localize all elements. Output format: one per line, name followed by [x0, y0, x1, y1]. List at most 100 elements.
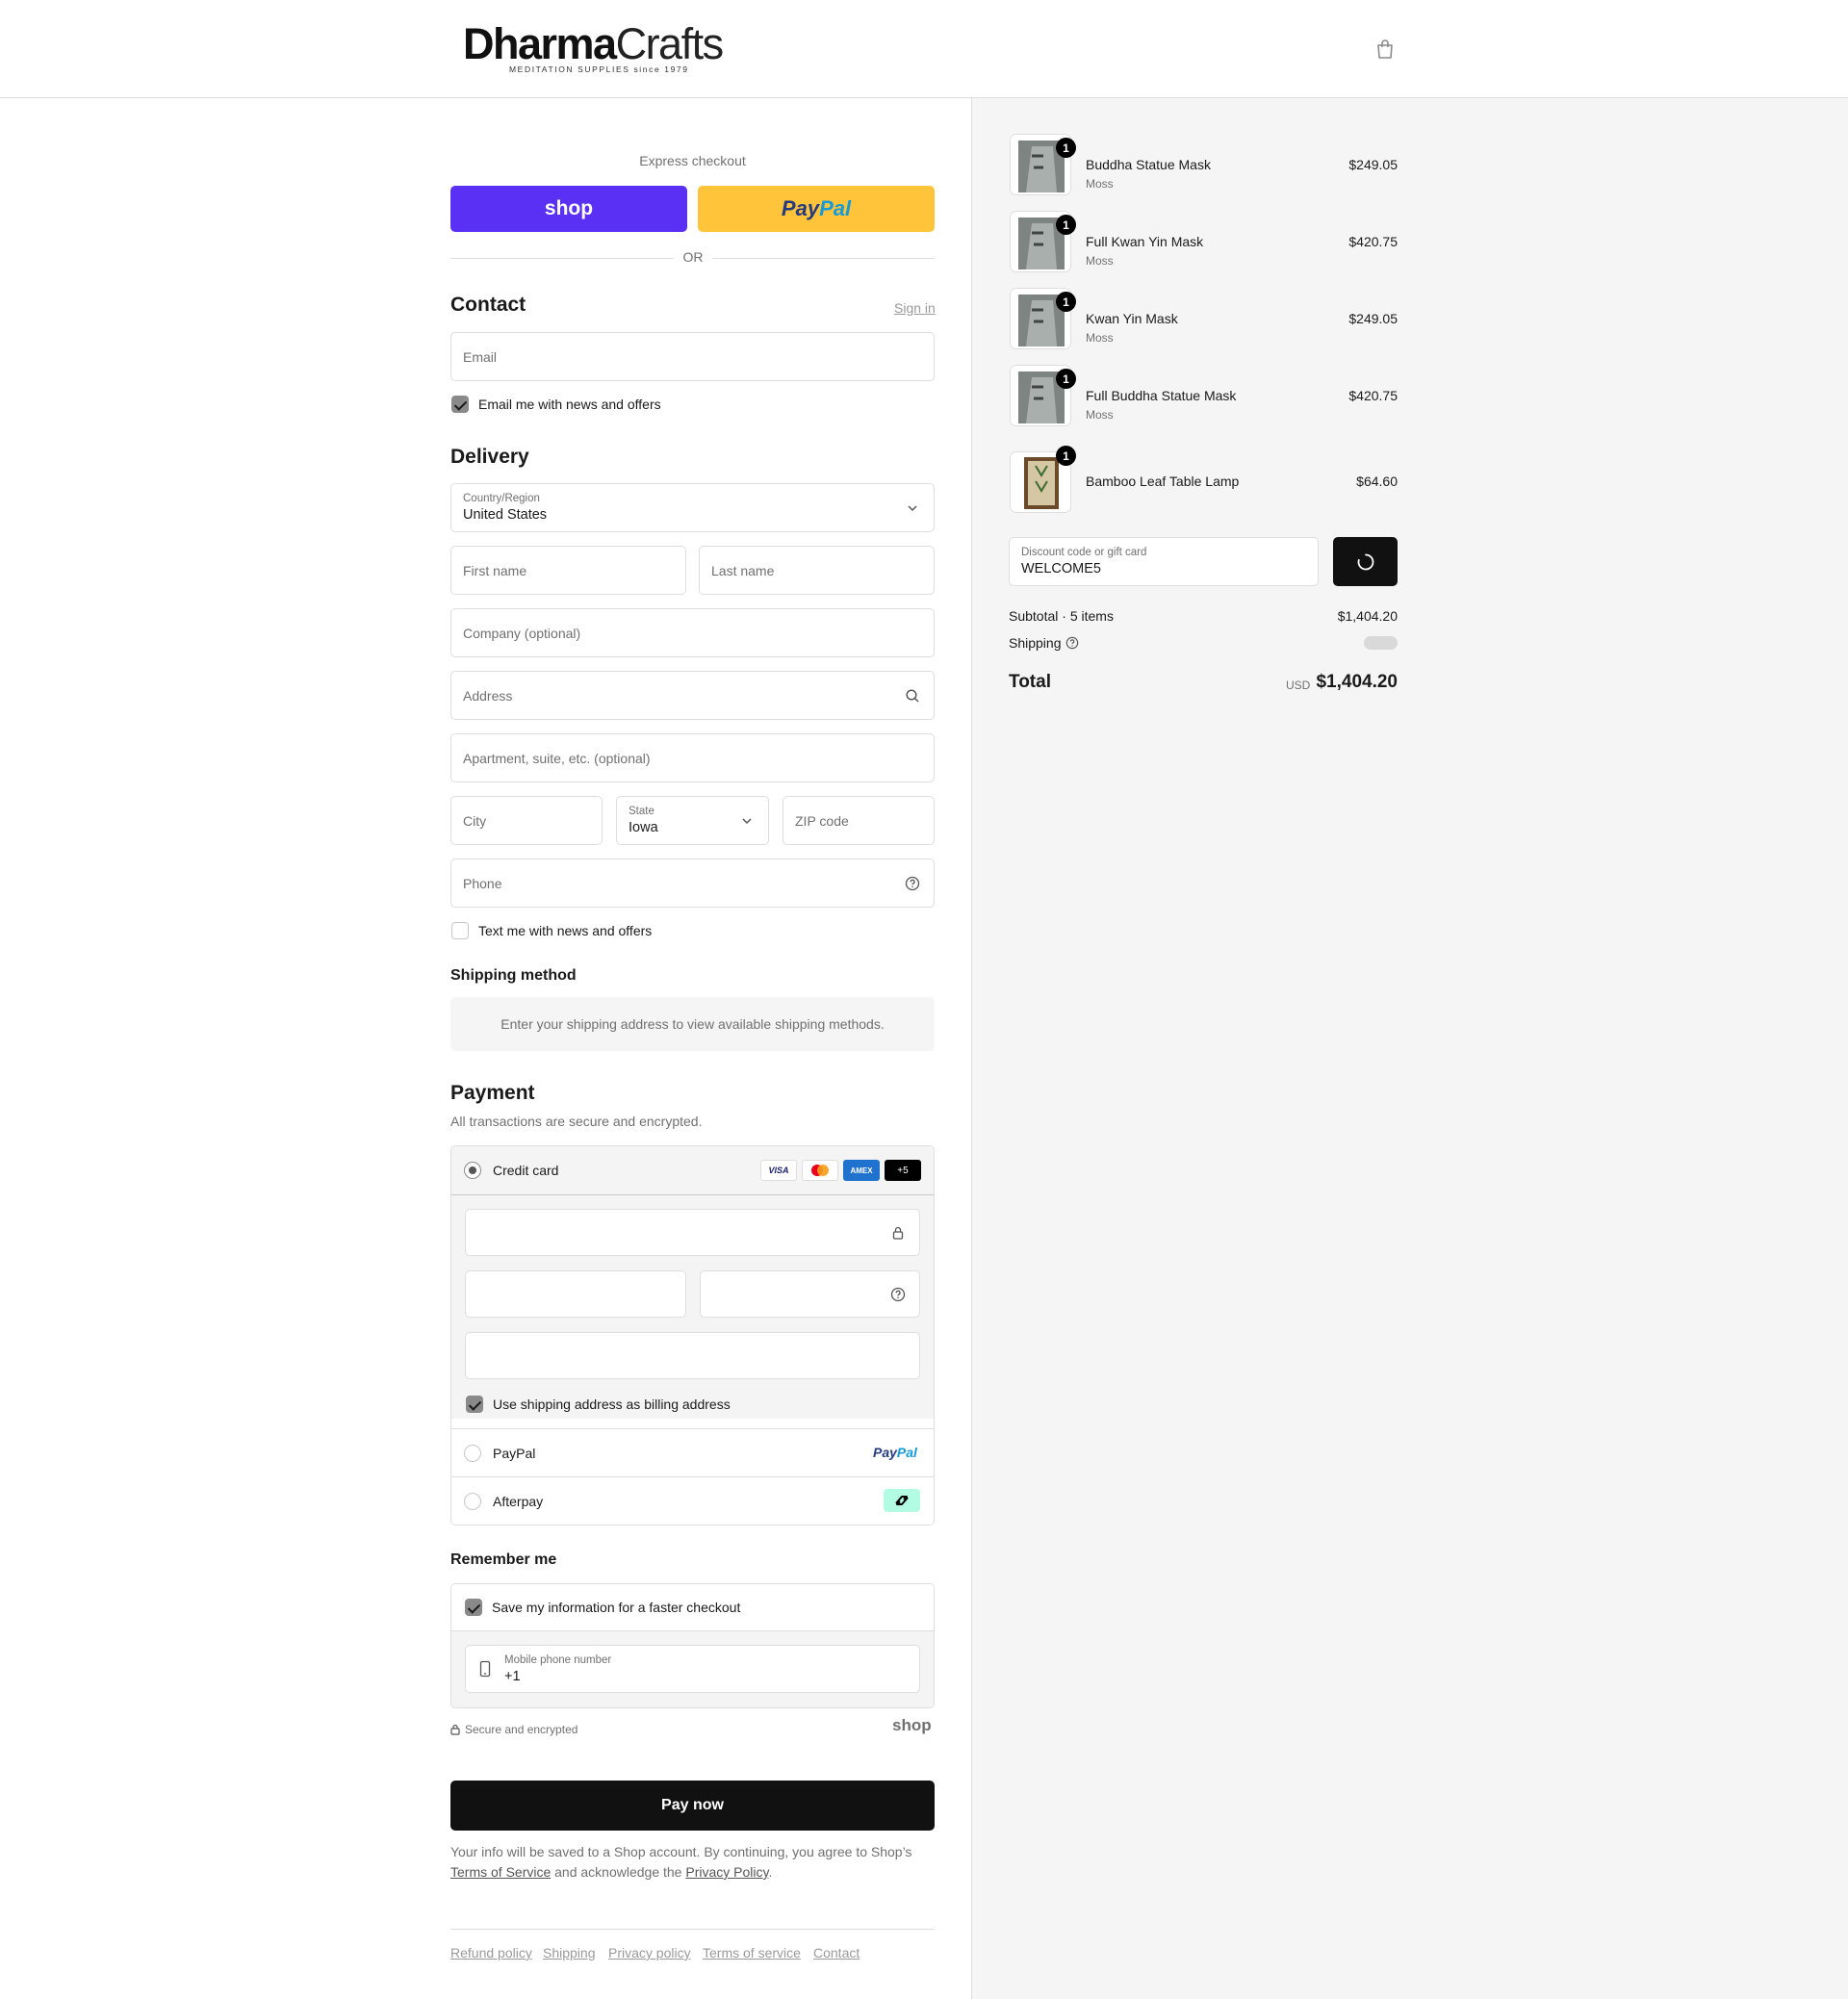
total-label: Total [1009, 672, 1051, 692]
item-name: Buddha Statue Mask [1086, 157, 1211, 172]
afterpay-radio[interactable] [464, 1493, 481, 1510]
help-circle-icon[interactable] [890, 1287, 906, 1302]
quantity-badge: 1 [1056, 369, 1076, 389]
item-name: Kwan Yin Mask [1086, 311, 1178, 326]
shipping-label: Shipping [1009, 635, 1062, 651]
quantity-badge: 1 [1056, 446, 1076, 466]
name-on-card-field[interactable] [465, 1332, 920, 1379]
chevron-down-icon [739, 813, 755, 829]
remember-me-heading: Remember me [450, 1551, 557, 1568]
city-field[interactable]: City [450, 796, 603, 845]
email-news-label: Email me with news and offers [478, 397, 661, 412]
paypal-radio[interactable] [464, 1445, 481, 1462]
item-variant: Moss [1086, 331, 1114, 345]
secure-encrypted-text: Secure and encrypted [465, 1723, 578, 1736]
discount-code-field[interactable]: Discount code or gift card WELCOME5 [1009, 537, 1319, 586]
billing-address-checkbox[interactable] [466, 1396, 483, 1413]
first-name-field[interactable]: First name [450, 546, 686, 595]
item-name: Bamboo Leaf Table Lamp [1086, 474, 1240, 489]
card-number-field[interactable] [465, 1209, 920, 1256]
search-icon [905, 688, 920, 704]
expiration-field[interactable] [465, 1270, 686, 1318]
divider [450, 258, 674, 259]
item-variant: Moss [1086, 254, 1114, 268]
logo-wordmark: DharmaCrafts [463, 19, 724, 68]
visa-icon: VISA [760, 1160, 797, 1181]
contact-heading: Contact [450, 294, 526, 316]
terms-of-service-link[interactable]: Terms of Service [450, 1864, 551, 1880]
payment-subtitle: All transactions are secure and encrypte… [450, 1114, 703, 1129]
paypal-express-button[interactable]: Pay Pal [698, 186, 935, 232]
security-code-field[interactable] [700, 1270, 920, 1318]
phone-field[interactable]: Phone [450, 859, 935, 908]
billing-address-label: Use shipping address as billing address [493, 1397, 731, 1412]
help-circle-icon[interactable] [905, 876, 920, 891]
mobile-phone-icon [477, 1660, 493, 1680]
item-price: $420.75 [1348, 388, 1398, 403]
footer-shipping-link[interactable]: Shipping [543, 1945, 596, 1961]
item-price: $249.05 [1348, 157, 1398, 172]
lock-icon [890, 1225, 906, 1241]
currency-code: USD [1286, 679, 1311, 692]
quantity-badge: 1 [1056, 215, 1076, 235]
or-divider-text: OR [682, 249, 704, 265]
credit-card-label: Credit card [493, 1163, 559, 1178]
pay-now-button[interactable]: Pay now [450, 1781, 935, 1831]
footer-privacy-policy-link[interactable]: Privacy policy [608, 1945, 691, 1961]
payment-heading: Payment [450, 1082, 535, 1104]
chevron-down-icon [905, 500, 920, 516]
credit-card-form: Use shipping address as billing address [451, 1195, 934, 1419]
remember-me-box: Save my information for a faster checkou… [450, 1583, 935, 1708]
mastercard-icon [802, 1160, 838, 1181]
more-cards-badge: +5 [885, 1160, 921, 1181]
text-news-checkbox[interactable] [451, 922, 469, 939]
apartment-field[interactable]: Apartment, suite, etc. (optional) [450, 733, 935, 782]
privacy-policy-link[interactable]: Privacy Policy [685, 1864, 768, 1880]
save-info-label: Save my information for a faster checkou… [492, 1600, 741, 1615]
last-name-field[interactable]: Last name [699, 546, 935, 595]
order-summary-panel [971, 98, 1848, 1999]
mobile-phone-field[interactable]: Mobile phone number +1 [465, 1645, 920, 1693]
total-value: $1,404.20 [1316, 672, 1398, 692]
state-select[interactable]: State Iowa [616, 796, 769, 845]
email-news-checkbox[interactable] [451, 396, 469, 413]
mobile-row: Mobile phone number +1 [451, 1631, 934, 1707]
zip-field[interactable]: ZIP code [783, 796, 935, 845]
delivery-heading: Delivery [450, 446, 529, 468]
quantity-badge: 1 [1056, 138, 1076, 158]
small-lock-icon [450, 1723, 460, 1740]
email-field[interactable]: Email [450, 332, 935, 381]
footer-terms-link[interactable]: Terms of service [703, 1945, 801, 1961]
paypal-option[interactable]: PayPal PayPal [451, 1428, 934, 1476]
express-checkout-title: Express checkout [639, 153, 746, 168]
apply-discount-button[interactable] [1333, 537, 1398, 586]
company-field[interactable]: Company (optional) [450, 608, 935, 657]
quantity-badge: 1 [1056, 292, 1076, 312]
item-price: $64.60 [1356, 474, 1398, 489]
divider [712, 258, 935, 259]
logo-tagline: MEDITATION SUPPLIES since 1979 [509, 64, 689, 74]
sign-in-link[interactable]: Sign in [894, 300, 936, 316]
footer-divider [450, 1929, 935, 1930]
shop-terms-text: Your info will be saved to a Shop accoun… [450, 1844, 912, 1880]
site-header: DharmaCrafts MEDITATION SUPPLIES since 1… [0, 0, 1848, 98]
shopping-bag-icon[interactable] [1374, 38, 1396, 60]
payment-methods: Credit card VISA AMEX +5 Use shipping ad… [450, 1145, 935, 1525]
loading-spinner-icon [1357, 553, 1374, 571]
dharmacrafts-logo[interactable]: DharmaCrafts MEDITATION SUPPLIES since 1… [463, 21, 724, 75]
afterpay-option[interactable]: Afterpay [451, 1476, 934, 1525]
help-circle-icon[interactable] [1065, 636, 1079, 654]
paypal-logo-icon: PayPal [873, 1445, 917, 1460]
shop-logo: shop [892, 1716, 932, 1734]
afterpay-logo-icon [884, 1489, 920, 1512]
credit-card-option[interactable]: Credit card VISA AMEX +5 [451, 1146, 934, 1195]
country-select[interactable]: Country/Region United States [450, 483, 935, 532]
save-info-checkbox[interactable] [465, 1599, 482, 1616]
address-field[interactable]: Address [450, 671, 935, 720]
footer-refund-policy-link[interactable]: Refund policy [450, 1945, 532, 1961]
item-price: $420.75 [1348, 234, 1398, 249]
footer-contact-link[interactable]: Contact [813, 1945, 860, 1961]
subtotal-value: $1,404.20 [1337, 608, 1398, 624]
credit-card-radio[interactable] [464, 1162, 481, 1179]
shop-pay-button[interactable]: shop [450, 186, 687, 232]
